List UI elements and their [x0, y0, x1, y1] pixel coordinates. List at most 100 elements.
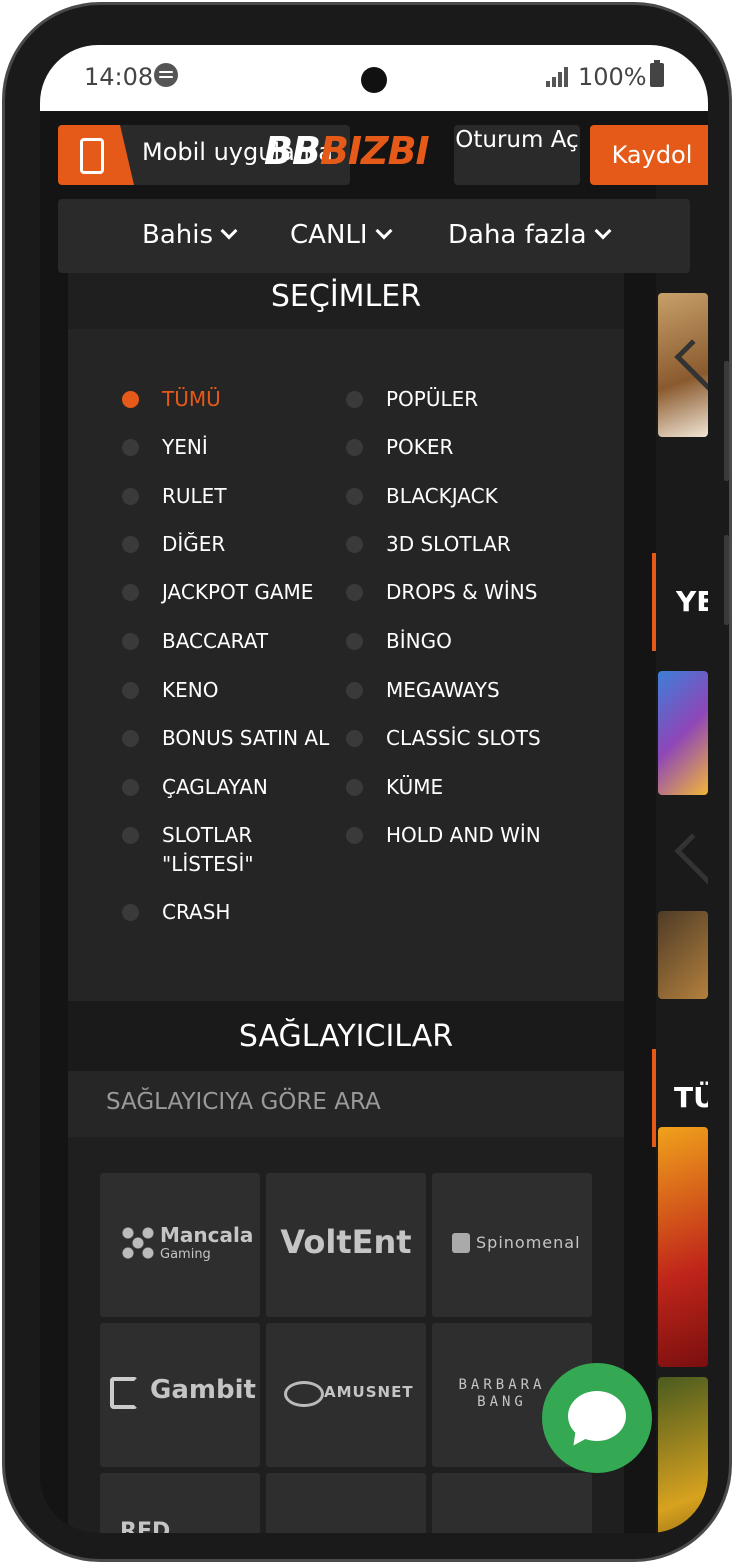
mobile-phone-icon — [80, 138, 104, 174]
battery-percentage: 100% — [578, 63, 647, 91]
front-camera — [361, 67, 387, 93]
filter-label: BACCARAT — [162, 629, 269, 653]
filter-item[interactable]: JACKPOT GAME — [122, 578, 314, 607]
web-page: YE TÜ Mobil uygulama BBBIZBI Oturum Aç K… — [40, 111, 708, 1533]
filter-item[interactable]: CRASH — [122, 898, 231, 927]
radio-dot — [122, 439, 139, 456]
filter-label: BİNGO — [386, 629, 452, 653]
radio-dot — [346, 779, 363, 796]
filter-item[interactable]: MEGAWAYS — [346, 676, 500, 705]
provider-search-placeholder: SAĞLAYICIYA GÖRE ARA — [106, 1089, 381, 1115]
radio-dot — [346, 584, 363, 601]
filter-item[interactable]: SLOTLAR "LİSTESİ" — [122, 821, 330, 879]
filter-item[interactable]: 3D SLOTLAR — [346, 530, 511, 559]
filter-label: JACKPOT GAME — [162, 580, 314, 604]
filter-item[interactable]: POKER — [346, 433, 454, 462]
filter-label: YENİ — [162, 435, 208, 459]
filter-item[interactable]: BLACKJACK — [346, 482, 498, 511]
section-title-all: TÜ — [674, 1081, 708, 1114]
game-thumbnail[interactable] — [658, 1377, 708, 1533]
status-time: 14:08 — [84, 63, 154, 91]
filter-label: POKER — [386, 435, 454, 459]
filter-label: ÇAGLAYAN — [162, 775, 268, 799]
provider-name: VoltEnt — [280, 1223, 412, 1261]
section-marker — [652, 553, 656, 651]
nav-more[interactable]: Daha fazla — [448, 220, 612, 250]
nav-canli-label: CANLI — [290, 220, 368, 250]
filter-label: KENO — [162, 678, 219, 702]
provider-tile-red[interactable]: RED — [100, 1473, 260, 1533]
main-nav: Bahis CANLI Daha fazla — [58, 199, 690, 273]
chevron-left-icon[interactable] — [674, 833, 708, 886]
filter-item[interactable]: HOLD AND WİN — [346, 821, 541, 850]
chevron-down-icon — [594, 222, 612, 240]
filter-item[interactable]: CLASSİC SLOTS — [346, 724, 541, 753]
login-button[interactable]: Oturum Aç — [454, 125, 580, 185]
filter-item[interactable]: BONUS SATIN AL — [122, 724, 330, 753]
game-thumbnail[interactable] — [658, 1127, 708, 1367]
provider-tile-voltent[interactable]: VoltEnt — [266, 1173, 426, 1317]
filter-label: BLACKJACK — [386, 484, 498, 508]
filter-item[interactable]: KENO — [122, 676, 219, 705]
filter-label: RULET — [162, 484, 227, 508]
filter-item[interactable]: POPÜLER — [346, 385, 478, 414]
signal-icon — [546, 67, 570, 87]
provider-name: Mancala — [160, 1223, 254, 1247]
logo-text: BIZBI — [319, 129, 430, 173]
filter-label: BONUS SATIN AL — [162, 726, 330, 750]
filter-label: TÜMÜ — [162, 387, 221, 411]
power-button — [724, 535, 729, 625]
signup-button[interactable]: Kaydol — [590, 125, 708, 185]
provider-tile-amusnet[interactable]: AMUSNET — [266, 1323, 426, 1467]
filter-label: KÜME — [386, 775, 444, 799]
provider-tile-gambit[interactable]: Gambit — [100, 1323, 260, 1467]
site-logo[interactable]: BBBIZBI — [264, 129, 430, 173]
nav-canli[interactable]: CANLI — [290, 220, 393, 250]
provider-name: RED — [120, 1519, 171, 1533]
provider-tile[interactable] — [432, 1473, 592, 1533]
amusnet-logo-icon — [284, 1381, 324, 1407]
filter-item[interactable]: KÜME — [346, 773, 444, 802]
game-thumbnail[interactable] — [658, 671, 708, 795]
provider-tile-mancala[interactable]: Mancala Gaming — [100, 1173, 260, 1317]
provider-tile[interactable] — [266, 1473, 426, 1533]
game-thumbnail[interactable] — [658, 911, 708, 999]
nav-bahis[interactable]: Bahis — [142, 220, 238, 250]
battery-icon — [650, 60, 664, 87]
section-title-new: YE — [676, 585, 708, 618]
provider-name: BARBARA BANG — [458, 1377, 546, 1410]
radio-dot — [346, 730, 363, 747]
provider-search-input[interactable]: SAĞLAYICIYA GÖRE ARA — [68, 1071, 624, 1137]
filter-item[interactable]: RULET — [122, 482, 227, 511]
provider-name: AMUSNET — [324, 1383, 414, 1401]
game-strip: YE TÜ — [652, 177, 708, 1533]
radio-dot — [346, 439, 363, 456]
provider-name: Gambit — [150, 1375, 256, 1405]
filter-label: DİĞER — [162, 532, 226, 556]
live-chat-button[interactable] — [542, 1363, 652, 1473]
provider-tile-spinomenal[interactable]: Spinomenal — [432, 1173, 592, 1317]
gambit-logo-icon — [110, 1377, 138, 1409]
filter-item[interactable]: YENİ — [122, 433, 208, 462]
radio-dot — [122, 584, 139, 601]
selections-title: SEÇİMLER — [270, 279, 422, 314]
chevron-down-icon — [375, 222, 393, 240]
radio-dot — [122, 779, 139, 796]
nav-more-label: Daha fazla — [448, 220, 587, 250]
radio-dot — [346, 488, 363, 505]
radio-dot — [346, 682, 363, 699]
radio-dot — [122, 682, 139, 699]
filter-item[interactable]: BACCARAT — [122, 627, 269, 656]
filter-item[interactable]: BİNGO — [346, 627, 452, 656]
radio-dot — [122, 904, 139, 921]
volume-button — [724, 361, 729, 481]
filter-item[interactable]: DİĞER — [122, 530, 226, 559]
radio-dot — [122, 536, 139, 553]
filter-item[interactable]: ÇAGLAYAN — [122, 773, 268, 802]
providers-header: SAĞLAYICILAR — [68, 1001, 624, 1071]
filter-item[interactable]: DROPS & WİNS — [346, 578, 538, 607]
filter-label: CLASSİC SLOTS — [386, 726, 541, 750]
filter-item[interactable]: TÜMÜ — [122, 385, 221, 414]
filter-label: CRASH — [162, 900, 231, 924]
filter-label: DROPS & WİNS — [386, 580, 538, 604]
